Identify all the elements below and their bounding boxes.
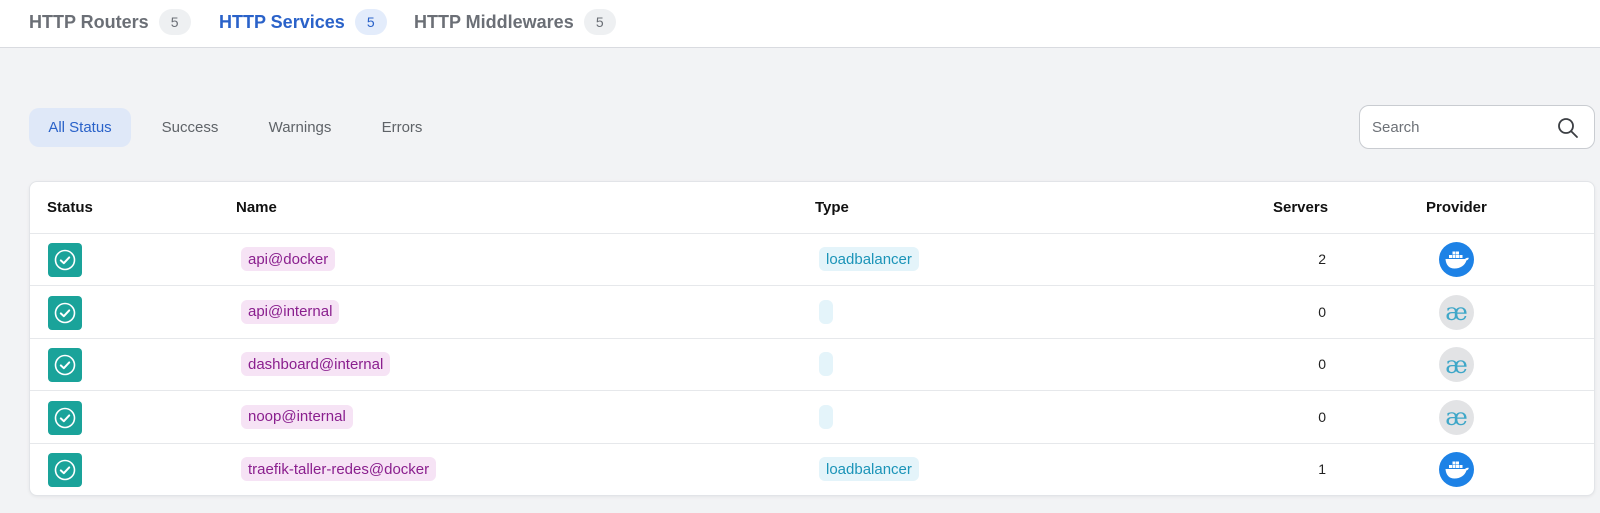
table-row[interactable]: dashboard@internal 0 æ (30, 339, 1594, 391)
search-input[interactable] (1372, 118, 1552, 136)
docker-icon (1439, 452, 1474, 487)
status-success-icon (48, 295, 82, 330)
tab-http-services[interactable]: HTTP Services 5 (219, 8, 387, 36)
internal-icon: æ (1439, 399, 1474, 435)
tab-count-badge: 5 (583, 9, 616, 35)
servers-count: 1 (1318, 461, 1326, 477)
service-name-chip[interactable]: api@docker (241, 247, 336, 271)
service-name-chip[interactable]: api@internal (241, 299, 340, 324)
top-tab-bar: HTTP Routers 5 HTTP Services 5 HTTP Midd… (0, 0, 1600, 48)
filter-success[interactable]: Success (142, 108, 238, 147)
tab-label: HTTP Services (219, 11, 345, 32)
search-icon[interactable] (1556, 116, 1580, 140)
service-name-chip[interactable]: dashboard@internal (241, 352, 391, 376)
services-table: Status Name Type Servers Provider api@do… (29, 181, 1595, 496)
table-row[interactable]: api@docker loadbalancer 2 (30, 234, 1594, 286)
docker-icon (1439, 242, 1474, 277)
internal-icon: æ (1439, 294, 1474, 330)
table-header: Status Name Type Servers Provider (30, 182, 1594, 234)
header-servers[interactable]: Servers (1273, 199, 1328, 216)
servers-count: 0 (1318, 303, 1326, 320)
filter-all-status[interactable]: All Status (29, 108, 131, 147)
tab-count-badge: 5 (158, 9, 191, 35)
status-success-icon (48, 243, 82, 277)
tab-label: HTTP Middlewares (414, 11, 574, 32)
service-type-chip: loadbalancer (819, 247, 919, 271)
service-name-chip[interactable]: noop@internal (241, 404, 353, 429)
servers-count: 0 (1318, 408, 1326, 425)
service-type-chip (819, 352, 833, 376)
header-provider[interactable]: Provider (1426, 199, 1487, 216)
header-name[interactable]: Name (236, 199, 277, 216)
tab-http-middlewares[interactable]: HTTP Middlewares 5 (414, 8, 616, 36)
status-success-icon (48, 348, 82, 382)
tab-http-routers[interactable]: HTTP Routers 5 (29, 8, 191, 36)
table-row[interactable]: noop@internal 0 æ (30, 392, 1594, 444)
servers-count: 0 (1318, 356, 1326, 372)
tab-count-badge: 5 (354, 9, 387, 35)
filter-errors[interactable]: Errors (362, 108, 442, 147)
header-status: Status (47, 199, 93, 216)
tab-label: HTTP Routers (29, 11, 149, 32)
internal-icon: æ (1439, 347, 1474, 382)
table-row[interactable]: api@internal 0 æ (30, 287, 1594, 339)
servers-count: 2 (1318, 251, 1326, 267)
service-type-chip: loadbalancer (819, 457, 919, 481)
header-type[interactable]: Type (815, 199, 849, 216)
status-success-icon (48, 453, 82, 487)
service-name-chip[interactable]: traefik-taller-redes@docker (241, 457, 437, 481)
service-type-chip (819, 404, 833, 429)
search-box (1359, 105, 1595, 149)
filter-warnings[interactable]: Warnings (250, 108, 350, 147)
status-success-icon (48, 400, 82, 435)
table-row[interactable]: traefik-taller-redes@docker loadbalancer 1 (30, 444, 1594, 495)
service-type-chip (819, 299, 833, 324)
